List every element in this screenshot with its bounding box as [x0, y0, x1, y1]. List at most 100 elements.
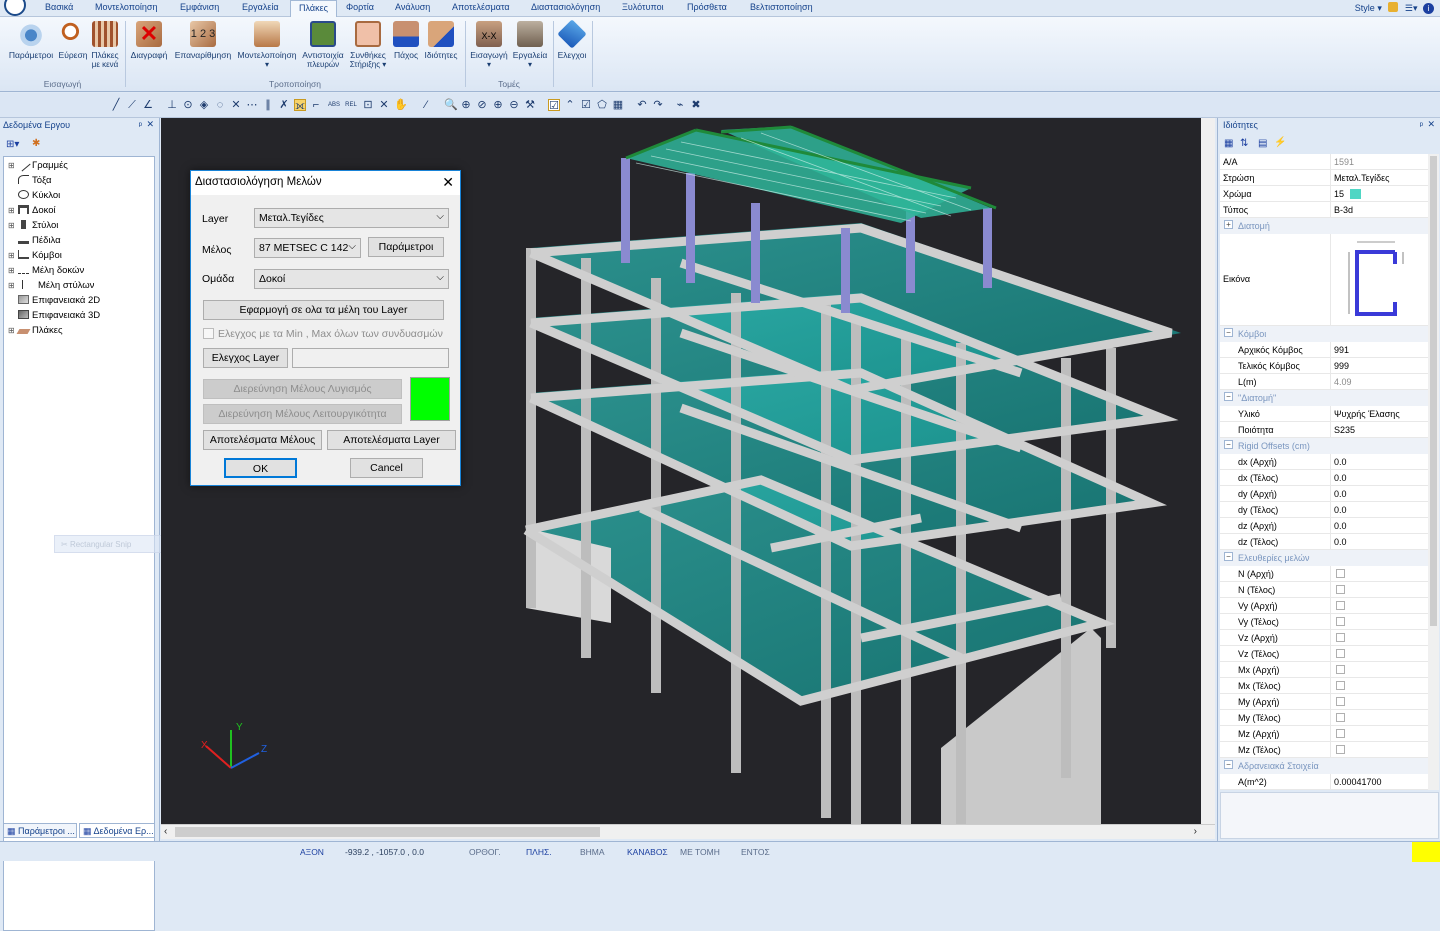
expand-icon[interactable]: +	[1224, 220, 1233, 229]
measure-icon[interactable]: ⌃	[564, 99, 576, 111]
ribbon-thickness-button[interactable]: Πάχος	[391, 21, 421, 60]
property-pages-icon[interactable]: ▤	[1258, 138, 1267, 149]
category-section-material[interactable]: − "Διατομή"	[1220, 390, 1428, 406]
tree-item-footings[interactable]: Πέδιλα	[8, 235, 61, 246]
zoom-window-icon[interactable]: 🔍	[444, 99, 458, 111]
category-releases[interactable]: − Ελευθερίες μελών	[1220, 550, 1428, 566]
release-checkbox[interactable]	[1336, 617, 1345, 626]
release-row[interactable]: N (Τέλος)	[1220, 582, 1428, 598]
release-checkbox[interactable]	[1336, 585, 1345, 594]
tree-item-arcs[interactable]: Τόξα	[8, 175, 52, 186]
ribbon-edge-match-button[interactable]: Αντιστοιχία πλευρών	[300, 21, 346, 70]
line-tool-icon[interactable]: ╱	[110, 99, 122, 111]
collapse-icon[interactable]: −	[1224, 760, 1233, 769]
undo-icon[interactable]: ↶	[636, 99, 648, 111]
tab-view[interactable]: Εμφάνιση	[180, 2, 219, 12]
tree-item-surface-3d[interactable]: Επιφανειακά 3D	[8, 310, 100, 321]
release-checkbox[interactable]	[1336, 569, 1345, 578]
release-checkbox[interactable]	[1336, 729, 1345, 738]
property-row[interactable]: dz (Τέλος) 0.0	[1220, 534, 1428, 550]
pin-icon[interactable]: ᵖ	[139, 120, 142, 130]
release-row[interactable]: Mx (Τέλος)	[1220, 678, 1428, 694]
property-row[interactable]: dx (Τέλος) 0.0	[1220, 470, 1428, 486]
zoom-prev-icon[interactable]: ⊘	[476, 99, 488, 111]
collapse-icon[interactable]: −	[1224, 328, 1233, 337]
property-row[interactable]: Τύπος B-3d	[1220, 202, 1428, 218]
property-row[interactable]: Ποιότητα S235	[1220, 422, 1428, 438]
status-inside[interactable]: ΕΝΤΟΣ	[741, 847, 770, 857]
release-row[interactable]: My (Αρχή)	[1220, 694, 1428, 710]
category-section[interactable]: + Διατομή	[1220, 218, 1428, 234]
ribbon-checks-button[interactable]: Ελεγχοι	[555, 19, 589, 60]
brush-icon[interactable]: ⌁	[674, 99, 686, 111]
property-row[interactable]: Αρχικός Κόμβος 991	[1220, 342, 1428, 358]
tree-item-column-members[interactable]: ⊞ Μέλη στύλων	[8, 280, 94, 291]
tree-item-slabs[interactable]: ⊞ Πλάκες	[8, 325, 63, 336]
expand-icon[interactable]: ⊞	[8, 206, 16, 215]
property-row[interactable]: A(m^2) 0.00041700	[1220, 774, 1428, 790]
ribbon-slab-openings-button[interactable]: Πλάκες με κενά	[89, 21, 121, 70]
release-checkbox[interactable]	[1336, 633, 1345, 642]
tab-parameters[interactable]: ▦ Παράμετροι ...	[3, 823, 77, 838]
dialog-title-bar[interactable]: Διαστασιολόγηση Μελών ✕	[191, 171, 460, 195]
calc-icon[interactable]: ▦	[612, 99, 624, 111]
sort-az-icon[interactable]: ⇅	[1240, 138, 1248, 149]
ribbon-delete-button[interactable]: ✕ Διαγραφή	[129, 21, 169, 60]
rel-icon[interactable]: REL	[345, 99, 357, 111]
parallel-snap-icon[interactable]: ∥	[262, 99, 274, 111]
quadrant-snap-icon[interactable]: ◈	[198, 99, 210, 111]
cross-snap-icon[interactable]: ✗	[278, 99, 290, 111]
expand-icon[interactable]: ⊞	[8, 221, 16, 230]
category-nodes[interactable]: − Κόμβοι	[1220, 326, 1428, 342]
tab-basic[interactable]: Βασικά	[45, 2, 73, 12]
property-row[interactable]: Τελικός Κόμβος 999	[1220, 358, 1428, 374]
layer-select[interactable]: Μεταλ.Τεγίδες ⌵	[254, 208, 449, 228]
minmax-checkbox[interactable]	[203, 328, 214, 339]
pin-icon[interactable]: ᵖ	[1420, 120, 1423, 130]
group-select[interactable]: Δοκοί ⌵	[254, 269, 449, 289]
scroll-right-icon[interactable]: ›	[1194, 826, 1197, 837]
tree-item-circles[interactable]: Κύκλοι	[8, 190, 60, 201]
tab-design[interactable]: Διαστασιολόγηση	[531, 2, 600, 12]
property-row[interactable]: Υλικό Ψυχρής Έλασης	[1220, 406, 1428, 422]
shape-icon[interactable]: ⬠	[596, 99, 608, 111]
tab-tools[interactable]: Εργαλεία	[242, 2, 279, 12]
active-snap-icon[interactable]: ⟗	[294, 99, 306, 112]
release-checkbox[interactable]	[1336, 713, 1345, 722]
layer-results-button[interactable]: Αποτελέσματα Layer	[327, 430, 456, 450]
scroll-thumb[interactable]	[175, 827, 600, 837]
tree-item-beams[interactable]: ⊞ Δοκοί	[8, 205, 56, 216]
tab-slabs[interactable]: Πλάκες	[290, 0, 337, 18]
tree-options-icon[interactable]: ⊞▾	[6, 139, 19, 150]
refresh-icon[interactable]: ✱	[32, 138, 40, 149]
expand-icon[interactable]: ⊞	[8, 326, 16, 335]
category-inertia[interactable]: − Αδρανειακά Στοιχεία	[1220, 758, 1428, 774]
help-icon[interactable]: i	[1423, 3, 1434, 14]
close-icon[interactable]: ✕	[1427, 119, 1435, 130]
tab-results[interactable]: Αποτελέσματα	[452, 2, 510, 12]
explore-buckling-button[interactable]: Διερεύνηση Μέλους Λυγισμός	[203, 379, 402, 399]
properties-scrollbar[interactable]	[1428, 154, 1439, 790]
style-menu[interactable]: Style ▾ ☰▾ i	[1355, 2, 1434, 14]
viewport-vertical-scrollbar[interactable]	[1201, 118, 1215, 824]
property-row[interactable]: Α/Α 1591	[1220, 154, 1428, 170]
ok-button[interactable]: OK	[224, 458, 297, 478]
release-row[interactable]: Vz (Αρχή)	[1220, 630, 1428, 646]
property-row[interactable]: Χρώμα 15	[1220, 186, 1428, 202]
release-row[interactable]: Mz (Αρχή)	[1220, 726, 1428, 742]
property-row[interactable]: dy (Αρχή) 0.0	[1220, 486, 1428, 502]
ribbon-support-conditions-button[interactable]: Συνθήκες Στήριξης ▾	[348, 21, 388, 70]
release-row[interactable]: Vy (Αρχή)	[1220, 598, 1428, 614]
ribbon-modeling-button[interactable]: Μοντελοποίηση ▾	[236, 21, 298, 70]
ribbon-properties-button[interactable]: Ιδιότητες	[422, 21, 460, 60]
tangent-snap-icon[interactable]: ◌	[214, 99, 226, 111]
expand-icon[interactable]: ⊞	[8, 251, 16, 260]
tree-item-columns[interactable]: ⊞ Στύλοι	[8, 220, 58, 231]
release-row[interactable]: Vy (Τέλος)	[1220, 614, 1428, 630]
expand-icon[interactable]: ⊞	[8, 161, 16, 170]
lock-icon[interactable]	[1388, 2, 1399, 12]
property-row[interactable]: dy (Τέλος) 0.0	[1220, 502, 1428, 518]
release-checkbox[interactable]	[1336, 681, 1345, 690]
release-checkbox[interactable]	[1336, 697, 1345, 706]
tab-analysis[interactable]: Ανάλυση	[395, 2, 430, 12]
